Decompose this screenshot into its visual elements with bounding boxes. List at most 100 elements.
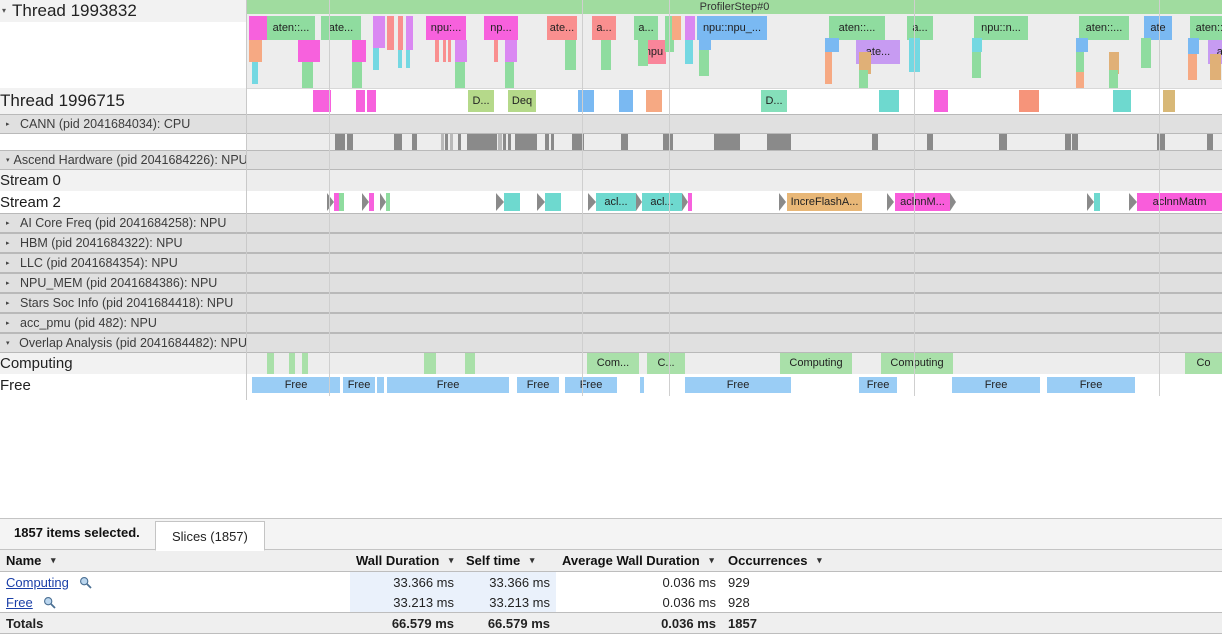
- slice[interactable]: [373, 16, 385, 48]
- cpu-sample[interactable]: [872, 134, 878, 150]
- cpu-sample[interactable]: [551, 134, 554, 150]
- slice[interactable]: Com...: [587, 353, 639, 374]
- slice[interactable]: [934, 90, 948, 112]
- sidebar-item-computing-track[interactable]: Computing: [0, 353, 247, 374]
- cpu-sample[interactable]: [714, 134, 740, 150]
- slice[interactable]: [646, 90, 662, 112]
- sort-arrow-icon[interactable]: ▾: [817, 555, 822, 566]
- slice[interactable]: [672, 16, 681, 40]
- chevron-right-icon[interactable]: ▸: [6, 279, 16, 287]
- slice[interactable]: [298, 40, 320, 62]
- track-llc-summary[interactable]: [247, 253, 1222, 273]
- slice[interactable]: Co: [1185, 353, 1222, 374]
- chevron-right-icon[interactable]: ▸: [6, 120, 16, 128]
- sort-arrow-icon[interactable]: ▾: [51, 555, 56, 566]
- cpu-sample[interactable]: [545, 134, 549, 150]
- slice[interactable]: [1141, 38, 1151, 68]
- slice[interactable]: [1109, 70, 1118, 88]
- track-hbm-summary[interactable]: [247, 233, 1222, 253]
- slice[interactable]: [267, 353, 274, 374]
- cpu-sample[interactable]: [1065, 134, 1071, 150]
- chevron-down-icon[interactable]: ▾: [2, 6, 6, 15]
- slice[interactable]: aten::...: [829, 16, 885, 40]
- slice[interactable]: [302, 353, 308, 374]
- table-row[interactable]: Computing 33.366 ms 33.366 ms 0.036 ms 929: [0, 571, 1222, 592]
- chevron-right-icon[interactable]: ▸: [6, 239, 16, 247]
- slice[interactable]: [972, 38, 982, 52]
- slice[interactable]: [356, 90, 365, 112]
- slice[interactable]: [1210, 54, 1221, 80]
- track-stream-2[interactable]: [247, 191, 1222, 213]
- slice[interactable]: ate...: [321, 16, 361, 40]
- sort-arrow-icon[interactable]: ▾: [530, 555, 535, 566]
- slice[interactable]: [1076, 72, 1084, 88]
- slice[interactable]: npu::n...: [974, 16, 1028, 40]
- slice[interactable]: [387, 16, 394, 50]
- slice[interactable]: [640, 377, 644, 393]
- table-row[interactable]: Free 33.213 ms 33.213 ms 0.036 ms 928: [0, 592, 1222, 613]
- slice[interactable]: [1113, 90, 1131, 112]
- track-cann-cpu[interactable]: [247, 134, 1222, 150]
- slice[interactable]: D...: [761, 90, 787, 112]
- sort-arrow-icon[interactable]: ▾: [449, 555, 454, 566]
- profiler-step-band[interactable]: ProfilerStep#0: [247, 0, 1222, 14]
- sidebar-item-llc-process[interactable]: ▸ LLC (pid 2041684354): NPU: [0, 253, 247, 273]
- slice[interactable]: [825, 38, 839, 52]
- cpu-sample[interactable]: [394, 134, 402, 150]
- slice[interactable]: [455, 40, 467, 62]
- sort-arrow-icon[interactable]: ▾: [709, 555, 714, 566]
- chevron-right-icon[interactable]: ▸: [6, 319, 16, 327]
- slice[interactable]: [601, 40, 611, 70]
- slice[interactable]: Free: [685, 377, 791, 393]
- slice[interactable]: aten::...: [267, 16, 315, 40]
- slice[interactable]: [249, 16, 267, 40]
- slice[interactable]: [619, 90, 633, 112]
- track-stream-0[interactable]: [247, 170, 1222, 191]
- slice[interactable]: [443, 40, 446, 62]
- cpu-sample[interactable]: [441, 134, 444, 150]
- cpu-sample[interactable]: [467, 134, 497, 150]
- column-header-name[interactable]: Name ▾: [0, 550, 350, 572]
- chevron-right-icon[interactable]: ▸: [6, 299, 16, 307]
- slice[interactable]: a...: [907, 16, 933, 40]
- slice[interactable]: ate: [1144, 16, 1172, 40]
- slice[interactable]: aten::...: [1079, 16, 1129, 40]
- timeline-tracks-canvas[interactable]: ProfilerStep#0 aten::... ate... npu:... np.…: [247, 0, 1222, 400]
- slice[interactable]: [505, 40, 517, 62]
- slice[interactable]: [578, 90, 594, 112]
- slice[interactable]: [448, 40, 451, 62]
- slice[interactable]: [352, 62, 362, 88]
- sidebar-item-ascend-hardware-process[interactable]: ▾ Ascend Hardware (pid 2041684226): NPU: [0, 150, 247, 170]
- slice[interactable]: [825, 52, 832, 84]
- column-header-wall-duration[interactable]: Wall Duration ▾: [350, 550, 460, 572]
- column-header-occurrences[interactable]: Occurrences ▾: [722, 550, 822, 572]
- slice[interactable]: acl...: [642, 193, 682, 211]
- slice[interactable]: Computing: [881, 353, 953, 374]
- track-overlap-analysis-summary[interactable]: [247, 333, 1222, 353]
- slice[interactable]: [504, 193, 520, 211]
- cpu-sample[interactable]: [927, 134, 933, 150]
- slice[interactable]: [1188, 54, 1197, 80]
- slice[interactable]: [879, 90, 899, 112]
- slice[interactable]: [455, 62, 465, 88]
- cpu-sample[interactable]: [663, 134, 673, 150]
- track-cann-process-summary[interactable]: [247, 114, 1222, 134]
- slice[interactable]: [638, 40, 648, 66]
- cpu-sample[interactable]: [445, 134, 448, 150]
- track-computing[interactable]: [247, 353, 1222, 374]
- slice[interactable]: [565, 40, 576, 70]
- slice[interactable]: Deq: [508, 90, 536, 112]
- sidebar-item-npu-mem-process[interactable]: ▸ NPU_MEM (pid 2041684386): NPU: [0, 273, 247, 293]
- slice[interactable]: Free: [859, 377, 897, 393]
- sidebar-item-stream-0[interactable]: Stream 0: [0, 170, 247, 191]
- cpu-sample[interactable]: [999, 134, 1007, 150]
- slice[interactable]: Free: [565, 377, 617, 393]
- slice[interactable]: [398, 50, 402, 68]
- slice[interactable]: [302, 62, 313, 88]
- slice[interactable]: aten::...: [1190, 16, 1222, 40]
- cpu-sample[interactable]: [1072, 134, 1078, 150]
- slice[interactable]: [435, 40, 439, 62]
- chevron-down-icon[interactable]: ▾: [6, 156, 10, 164]
- chevron-right-icon[interactable]: ▸: [6, 259, 16, 267]
- slice[interactable]: aclnnMatm: [1137, 193, 1222, 211]
